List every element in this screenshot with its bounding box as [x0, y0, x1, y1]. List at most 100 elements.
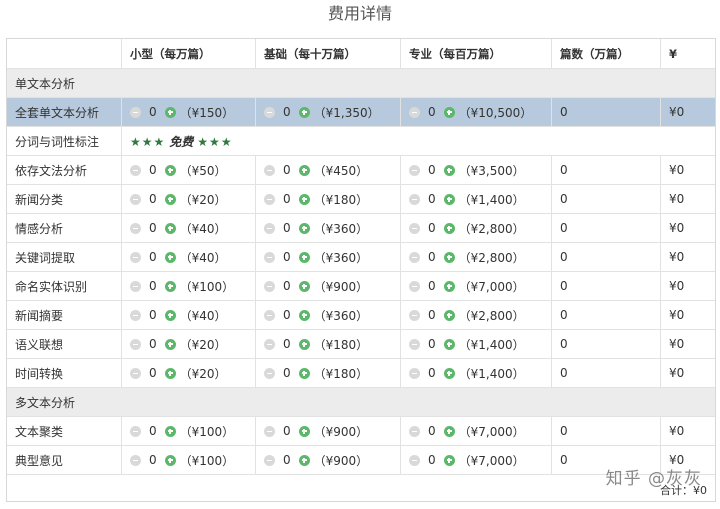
plus-icon[interactable] — [443, 280, 455, 292]
minus-icon[interactable] — [130, 454, 141, 466]
article-count: 0 — [552, 417, 661, 445]
quantity-stepper: 0 （¥10,500） — [409, 104, 532, 121]
table-row: 命名实体识别 0 （¥100） 0 （¥900） 0 （¥7,000） 0 ¥0 — [7, 272, 715, 301]
plus-icon[interactable] — [164, 338, 176, 350]
quantity-stepper: 0 （¥1,400） — [409, 336, 525, 353]
service-name: 全套单文本分析 — [7, 98, 122, 126]
minus-icon[interactable] — [264, 280, 275, 292]
plus-icon[interactable] — [164, 164, 176, 176]
minus-icon[interactable] — [264, 309, 275, 321]
plus-icon[interactable] — [164, 367, 176, 379]
minus-icon[interactable] — [264, 425, 275, 437]
quantity-value: 0 — [149, 221, 157, 235]
row-cost: ¥0 — [669, 250, 685, 264]
plus-icon[interactable] — [164, 454, 176, 466]
minus-icon[interactable] — [130, 425, 141, 437]
minus-icon[interactable] — [409, 193, 420, 205]
plus-icon[interactable] — [298, 193, 310, 205]
minus-icon[interactable] — [130, 338, 141, 350]
service-name: 新闻分类 — [7, 185, 122, 213]
plus-icon[interactable] — [298, 280, 310, 292]
plus-icon[interactable] — [164, 193, 176, 205]
tier-price: （¥7,000） — [458, 424, 525, 439]
minus-icon[interactable] — [409, 251, 420, 263]
plus-icon[interactable] — [164, 222, 176, 234]
free-row: 分词与词性标注 ★★★ 免费 ★★★ — [7, 127, 715, 156]
plus-icon[interactable] — [298, 309, 310, 321]
minus-icon[interactable] — [130, 367, 141, 379]
plus-icon[interactable] — [443, 309, 455, 321]
article-count: 0 — [552, 98, 661, 126]
minus-icon[interactable] — [130, 251, 141, 263]
plus-icon[interactable] — [443, 193, 455, 205]
plus-icon[interactable] — [164, 309, 176, 321]
column-header-basic: 基础（每十万篇） — [256, 39, 401, 68]
minus-icon[interactable] — [264, 164, 275, 176]
plus-icon[interactable] — [298, 164, 310, 176]
quantity-stepper: 0 （¥7,000） — [409, 423, 525, 440]
free-label: 免费 — [169, 134, 194, 149]
article-count: 0 — [552, 185, 661, 213]
minus-icon[interactable] — [130, 222, 141, 234]
article-count: 0 — [552, 272, 661, 300]
plus-icon[interactable] — [443, 454, 455, 466]
quantity-value: 0 — [283, 250, 291, 264]
tier-small-stepper: 0 （¥20） — [122, 185, 256, 213]
plus-icon[interactable] — [164, 425, 176, 437]
tier-basic-stepper: 0 （¥360） — [256, 301, 401, 329]
minus-icon[interactable] — [264, 367, 275, 379]
plus-icon[interactable] — [298, 425, 310, 437]
plus-icon[interactable] — [298, 106, 310, 118]
plus-icon[interactable] — [443, 425, 455, 437]
minus-icon[interactable] — [264, 193, 275, 205]
minus-icon[interactable] — [264, 222, 275, 234]
service-name: 关键词提取 — [7, 243, 122, 271]
plus-icon[interactable] — [164, 280, 176, 292]
quantity-value: 0 — [283, 221, 291, 235]
minus-icon[interactable] — [409, 309, 420, 321]
plus-icon[interactable] — [164, 251, 176, 263]
minus-icon[interactable] — [409, 164, 420, 176]
minus-icon[interactable] — [264, 338, 275, 350]
minus-icon[interactable] — [130, 164, 141, 176]
plus-icon[interactable] — [298, 251, 310, 263]
quantity-stepper: 0 （¥900） — [264, 452, 368, 469]
minus-icon[interactable] — [409, 280, 420, 292]
minus-icon[interactable] — [130, 193, 141, 205]
quantity-value: 0 — [149, 308, 157, 322]
minus-icon[interactable] — [409, 367, 420, 379]
section-header-single: 单文本分析 — [7, 69, 715, 98]
minus-icon[interactable] — [409, 338, 420, 350]
plus-icon[interactable] — [298, 338, 310, 350]
minus-icon[interactable] — [130, 309, 141, 321]
minus-icon[interactable] — [264, 454, 275, 466]
plus-icon[interactable] — [443, 367, 455, 379]
minus-icon[interactable] — [409, 222, 420, 234]
plus-icon[interactable] — [443, 338, 455, 350]
minus-icon[interactable] — [130, 106, 141, 118]
plus-icon[interactable] — [298, 222, 310, 234]
plus-icon[interactable] — [298, 367, 310, 379]
minus-icon[interactable] — [409, 106, 420, 118]
tier-pro-stepper: 0 （¥7,000） — [401, 417, 552, 445]
column-header-small: 小型（每万篇） — [122, 39, 256, 68]
plus-icon[interactable] — [443, 251, 455, 263]
plus-icon[interactable] — [164, 106, 176, 118]
minus-icon[interactable] — [130, 280, 141, 292]
quantity-stepper: 0 （¥7,000） — [409, 278, 525, 295]
tier-small-stepper: 0 （¥100） — [122, 417, 256, 445]
service-name: 分词与词性标注 — [7, 127, 122, 155]
plus-icon[interactable] — [298, 454, 310, 466]
tier-basic-stepper: 0 （¥450） — [256, 156, 401, 184]
plus-icon[interactable] — [443, 106, 455, 118]
quantity-stepper: 0 （¥2,800） — [409, 220, 525, 237]
quantity-value: 0 — [283, 192, 291, 206]
row-cost: ¥0 — [669, 105, 685, 119]
minus-icon[interactable] — [409, 425, 420, 437]
minus-icon[interactable] — [409, 454, 420, 466]
minus-icon[interactable] — [264, 251, 275, 263]
plus-icon[interactable] — [443, 164, 455, 176]
quantity-stepper: 0 （¥1,400） — [409, 191, 525, 208]
minus-icon[interactable] — [264, 106, 275, 118]
plus-icon[interactable] — [443, 222, 455, 234]
